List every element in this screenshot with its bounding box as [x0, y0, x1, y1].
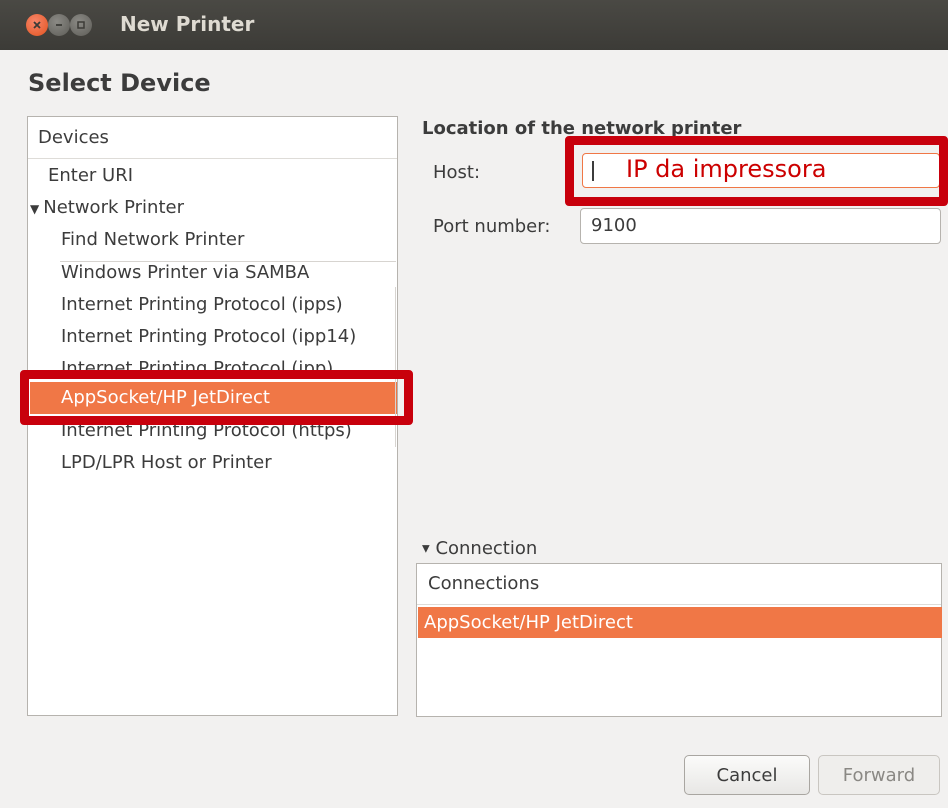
port-input[interactable]: 9100: [580, 208, 941, 244]
cancel-button[interactable]: Cancel: [684, 755, 810, 795]
maximize-icon: [77, 21, 85, 29]
expander-down-icon[interactable]: ▼: [30, 193, 39, 225]
devices-header[interactable]: Devices: [28, 117, 397, 159]
device-item-network-printer[interactable]: ▼ Network Printer: [30, 192, 184, 224]
connection-item-selected[interactable]: AppSocket/HP JetDirect: [418, 607, 942, 638]
page-title: Select Device: [28, 69, 211, 97]
connections-header[interactable]: Connections: [417, 564, 941, 605]
device-item-ipp14[interactable]: Internet Printing Protocol (ipp14): [61, 321, 356, 353]
maximize-window-button[interactable]: [70, 14, 92, 36]
forward-button[interactable]: Forward: [818, 755, 940, 795]
expander-down-icon: ▼: [422, 543, 430, 555]
connections-list[interactable]: Connections AppSocket/HP JetDirect: [416, 563, 942, 717]
device-item-windows-samba[interactable]: Windows Printer via SAMBA: [61, 257, 309, 289]
device-item-label: Network Printer: [43, 197, 184, 218]
connection-expander[interactable]: ▼ Connection: [422, 538, 537, 559]
port-label: Port number:: [433, 216, 551, 237]
close-icon: [33, 21, 41, 29]
close-window-button[interactable]: [26, 14, 48, 36]
device-item-lpd[interactable]: LPD/LPR Host or Printer: [61, 447, 272, 479]
title-bar: New Printer: [0, 0, 948, 50]
host-label: Host:: [433, 162, 481, 183]
device-item-find-network-printer[interactable]: Find Network Printer: [61, 224, 244, 256]
window-title: New Printer: [120, 12, 255, 36]
highlight-box-host: [565, 136, 948, 206]
connection-label: Connection: [435, 538, 538, 559]
device-item-enter-uri[interactable]: Enter URI: [48, 160, 133, 192]
device-item-ipps[interactable]: Internet Printing Protocol (ipps): [61, 289, 343, 321]
minimize-window-button[interactable]: [48, 14, 70, 36]
highlight-box-device: [20, 370, 413, 425]
minimize-icon: [56, 24, 62, 26]
